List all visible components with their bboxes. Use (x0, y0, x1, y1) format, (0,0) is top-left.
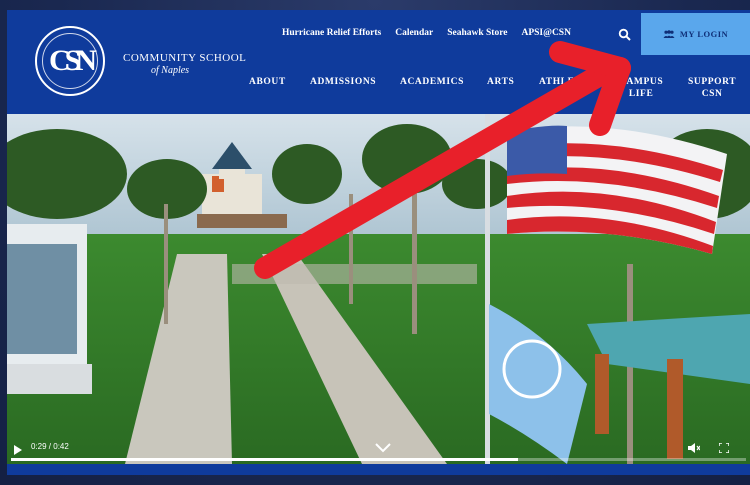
nav-item-campus-life[interactable]: CAMPUS LIFE (619, 76, 663, 100)
nav-item-athletics[interactable]: ATHLETICS (539, 76, 599, 88)
campus-aerial-scene (7, 114, 750, 464)
nav-item-label: ARTS (487, 77, 515, 87)
nav-item-label: ABOUT (249, 77, 286, 87)
play-icon[interactable] (13, 445, 23, 455)
video-progress-fill (11, 458, 519, 461)
cross-walkway (232, 264, 477, 284)
utility-link-seahawk-store[interactable]: Seahawk Store (447, 28, 507, 38)
nav-item-label-line2: CSN (701, 89, 723, 99)
video-progress-bar[interactable] (11, 458, 746, 461)
utility-nav: Hurricane Relief Efforts Calendar Seahaw… (282, 28, 571, 38)
volume-icon[interactable] (688, 443, 700, 453)
fullscreen-icon[interactable] (719, 443, 729, 453)
my-login-button[interactable]: MY LOGIN (641, 13, 750, 55)
nav-item-label-line2: LIFE (628, 89, 654, 99)
nav-item-label: ATHLETICS (539, 77, 600, 87)
website-page: CSN COMMUNITY SCHOOL of Naples Hurricane… (7, 10, 750, 475)
hero-video[interactable] (7, 114, 750, 464)
site-header: CSN COMMUNITY SCHOOL of Naples Hurricane… (7, 10, 750, 114)
search-icon[interactable] (618, 28, 632, 42)
footer-strip (7, 464, 750, 475)
utility-link-calendar[interactable]: Calendar (395, 28, 433, 38)
nav-item-admissions[interactable]: ADMISSIONS (310, 76, 376, 88)
nav-item-label: SUPPORT (688, 77, 737, 87)
video-controls: 0:29 / 0:42 (7, 438, 750, 464)
chevron-down-icon[interactable] (375, 443, 391, 453)
nav-item-support-csn[interactable]: SUPPORT CSN (688, 76, 736, 100)
nav-item-about[interactable]: ABOUT (249, 76, 286, 88)
my-login-label: MY LOGIN (679, 29, 729, 39)
left-building (7, 224, 92, 394)
nav-item-academics[interactable]: ACADEMICS (400, 76, 464, 88)
user-group-icon (663, 30, 675, 38)
video-time: 0:29 / 0:42 (31, 442, 69, 451)
nav-item-arts[interactable]: ARTS (487, 76, 514, 88)
nav-item-label: ADMISSIONS (310, 77, 377, 87)
nav-item-label: CAMPUS (619, 77, 664, 87)
utility-link-hurricane-relief[interactable]: Hurricane Relief Efforts (282, 28, 381, 38)
utility-link-apsi[interactable]: APSI@CSN (521, 28, 571, 38)
school-name-line1: COMMUNITY SCHOOL (123, 52, 247, 64)
main-nav: ABOUT ADMISSIONS ACADEMICS ARTS ATHLETIC… (7, 72, 750, 102)
nav-item-label: ACADEMICS (400, 77, 464, 87)
